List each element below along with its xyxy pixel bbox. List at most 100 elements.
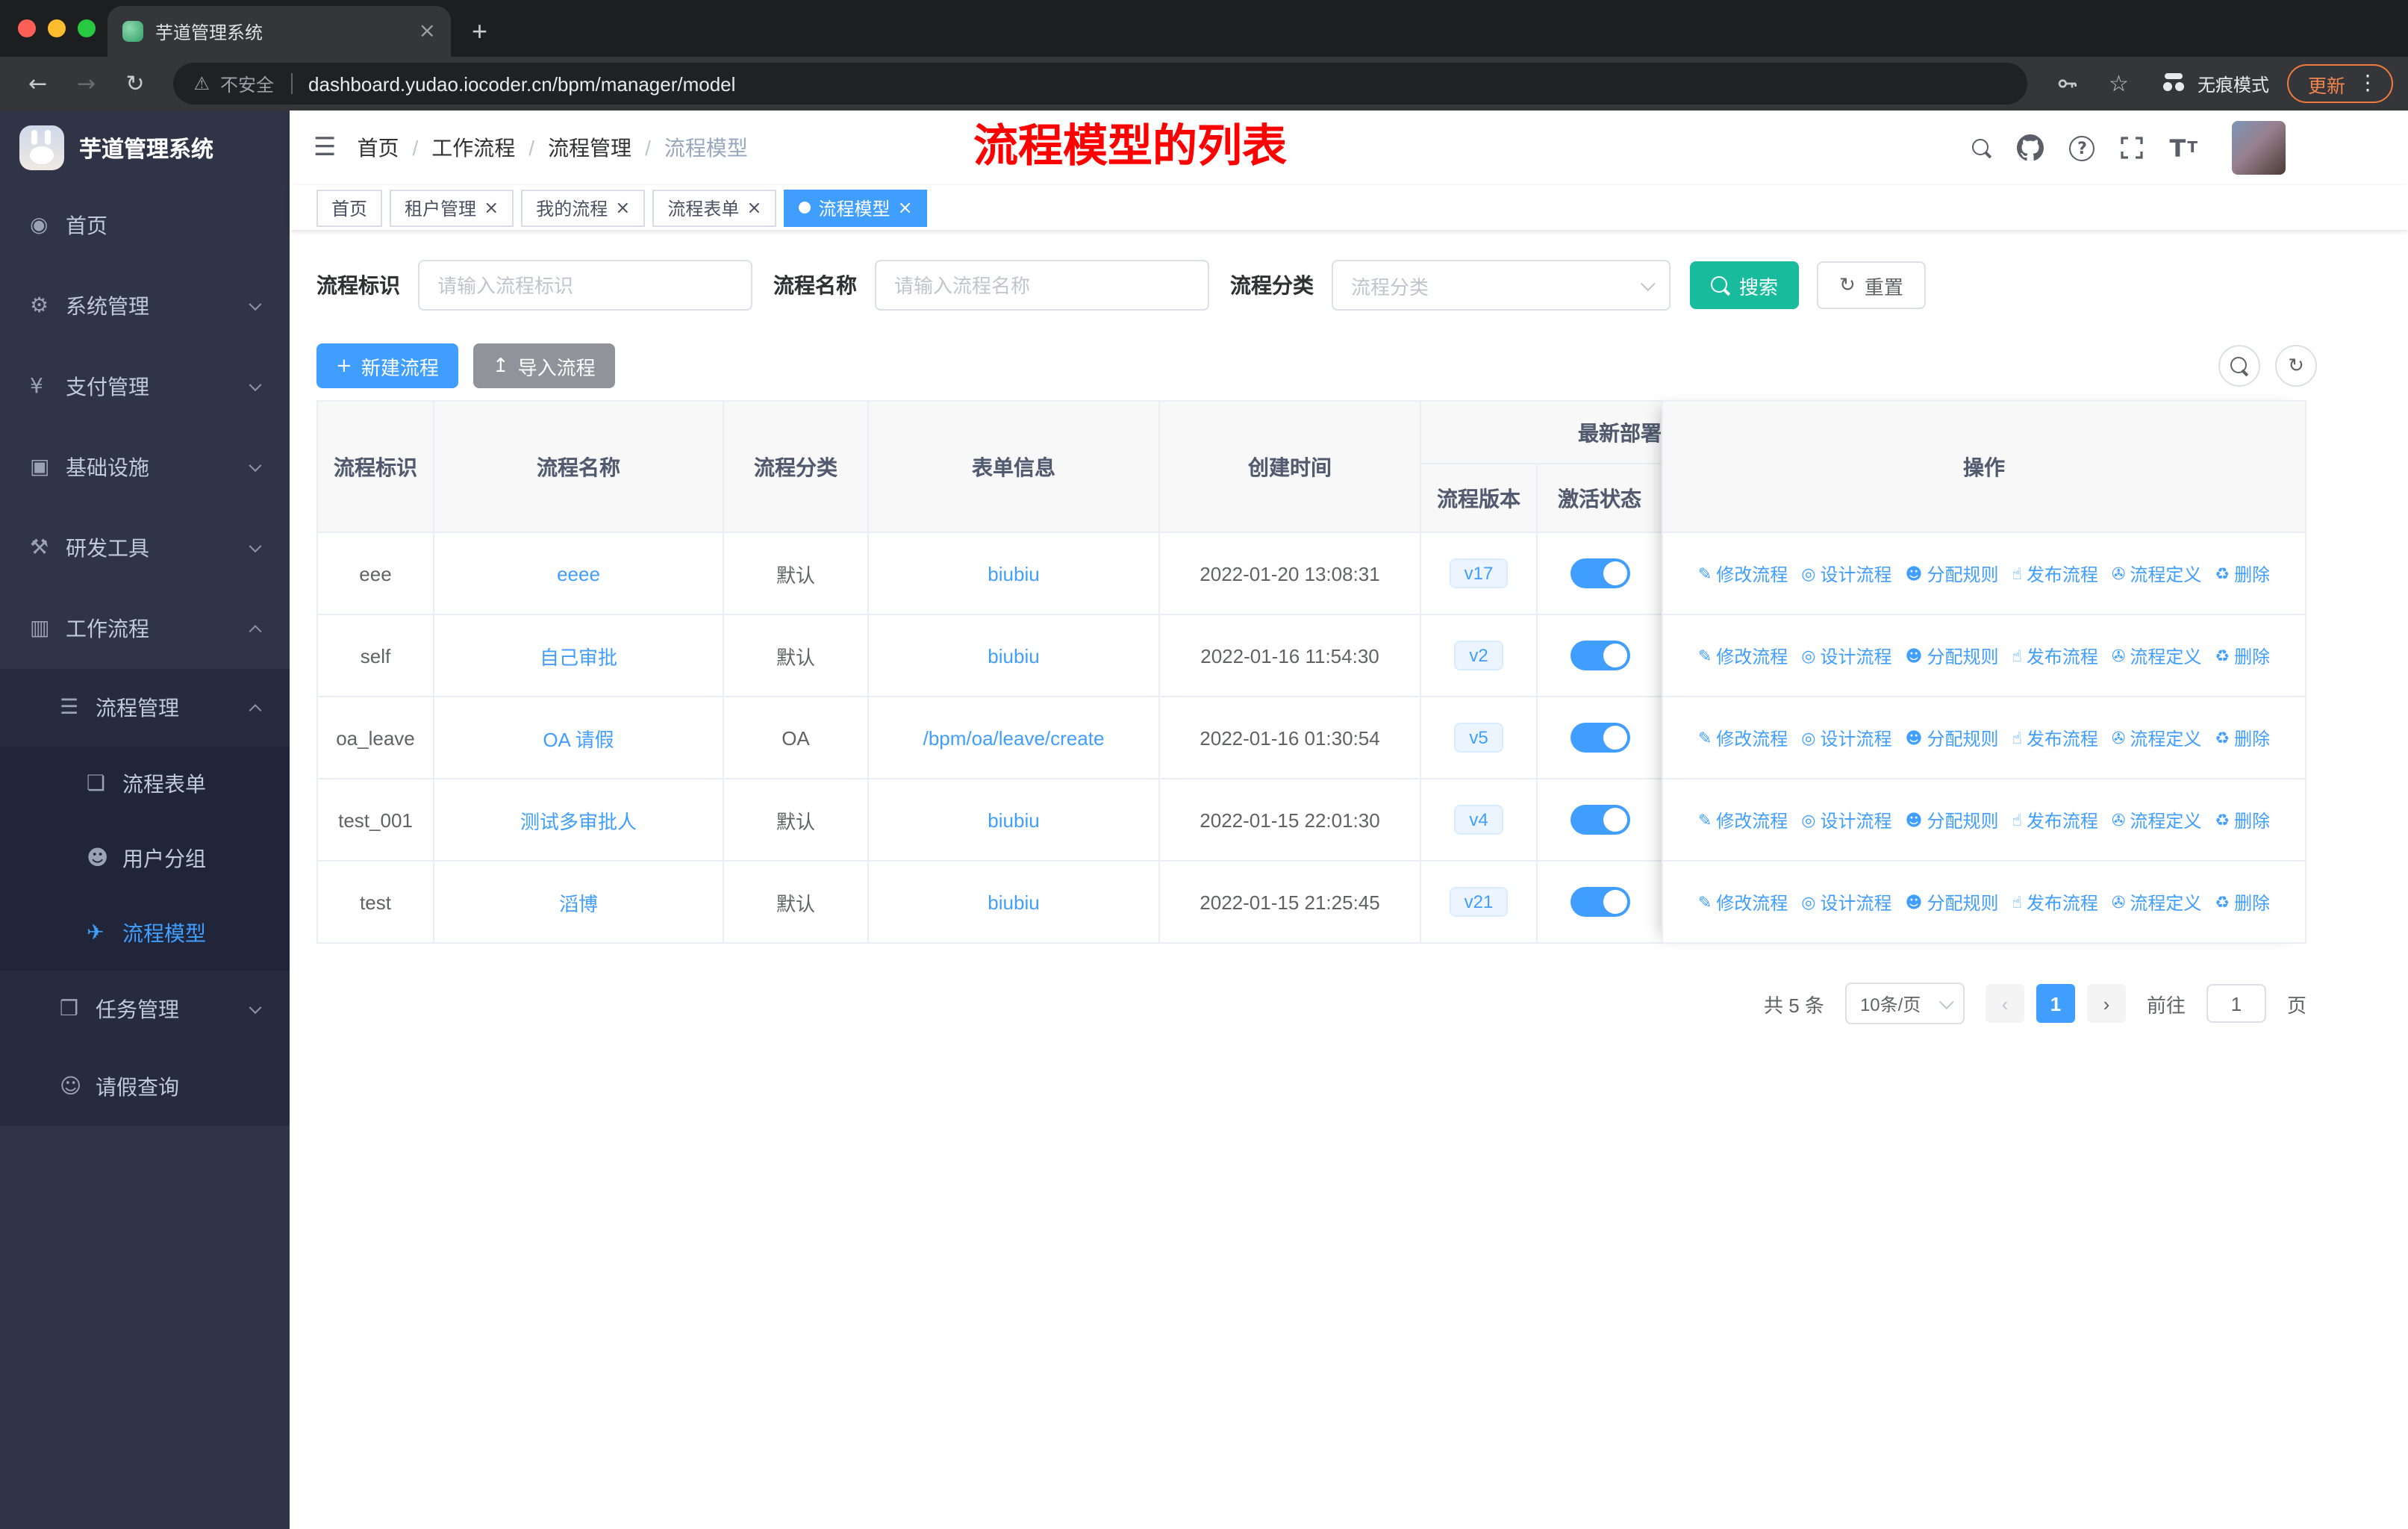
action-edit-model[interactable]: ✎ 修改流程 (1698, 889, 1788, 915)
address-bar[interactable]: ⚠ 不安全 dashboard.yudao.iocoder.cn/bpm/man… (172, 63, 2027, 105)
minimize-window-button[interactable] (48, 19, 66, 37)
back-button[interactable]: ← (15, 70, 60, 97)
action-delete-model[interactable]: ♻ 删除 (2215, 561, 2270, 586)
action-design-model[interactable]: ◎ 设计流程 (1801, 807, 1891, 832)
action-publish-model[interactable]: ☝ 发布流程 (2012, 643, 2098, 668)
action-assign-rule[interactable]: ☻ 分配规则 (1906, 643, 1999, 668)
action-model-definition[interactable]: ✇ 流程定义 (2112, 561, 2201, 586)
bookmark-star-icon[interactable]: ☆ (2095, 70, 2142, 97)
action-model-definition[interactable]: ✇ 流程定义 (2112, 643, 2201, 668)
reset-button[interactable]: ↻ 重置 (1817, 261, 1926, 309)
tags-view-item-4[interactable]: 流程模型 × (784, 189, 928, 226)
action-delete-model[interactable]: ♻ 删除 (2215, 889, 2270, 915)
action-assign-rule[interactable]: ☻ 分配规则 (1906, 807, 1999, 832)
form-info-link[interactable]: biubiu (988, 562, 1039, 585)
model-name-input[interactable] (875, 260, 1209, 311)
browser-menu-kebab-icon[interactable]: ⋮ (2357, 72, 2378, 96)
collapse-sidebar-button[interactable]: ☰ (290, 133, 358, 163)
tag-close-icon[interactable]: × (615, 199, 630, 217)
action-design-model[interactable]: ◎ 设计流程 (1801, 725, 1891, 750)
new-tab-button[interactable]: + (472, 18, 487, 45)
action-assign-rule[interactable]: ☻ 分配规则 (1906, 889, 1999, 915)
next-page-button[interactable]: › (2086, 984, 2126, 1023)
action-publish-model[interactable]: ☝ 发布流程 (2012, 725, 2098, 750)
page-size-select[interactable]: 10条/页 (1844, 983, 1965, 1024)
action-model-definition[interactable]: ✇ 流程定义 (2112, 889, 2201, 915)
close-window-button[interactable] (18, 19, 36, 37)
goto-page-input[interactable] (2206, 984, 2266, 1023)
font-size-icon[interactable]: TT (2170, 134, 2198, 162)
action-publish-model[interactable]: ☝ 发布流程 (2012, 889, 2098, 915)
sidebar-item-workflow[interactable]: ▥ 工作流程 (0, 588, 290, 669)
action-design-model[interactable]: ◎ 设计流程 (1801, 561, 1891, 586)
action-design-model[interactable]: ◎ 设计流程 (1801, 643, 1891, 668)
sidebar-item-system-mgmt[interactable]: ⚙ 系统管理 (0, 266, 290, 346)
action-edit-model[interactable]: ✎ 修改流程 (1698, 561, 1788, 586)
tab-close-icon[interactable]: × (419, 19, 436, 43)
action-edit-model[interactable]: ✎ 修改流程 (1698, 725, 1788, 750)
fullscreen-icon[interactable] (2121, 136, 2145, 160)
page-1-button[interactable]: 1 (2036, 984, 2075, 1023)
import-model-button[interactable]: ↥ 导入流程 (472, 343, 615, 388)
form-info-link[interactable]: biubiu (988, 891, 1039, 913)
activation-toggle[interactable] (1570, 558, 1629, 588)
model-name-link[interactable]: OA 请假 (543, 728, 614, 750)
category-select[interactable]: 流程分类 (1332, 260, 1671, 311)
refresh-table-button[interactable]: ↻ (2275, 345, 2317, 387)
action-delete-model[interactable]: ♻ 删除 (2215, 643, 2270, 668)
update-button[interactable]: 更新 ⋮ (2286, 64, 2393, 103)
search-icon[interactable] (1972, 138, 1992, 158)
toggle-search-button[interactable] (2218, 345, 2260, 387)
action-publish-model[interactable]: ☝ 发布流程 (2012, 807, 2098, 832)
sidebar-item-home[interactable]: ◉ 首页 (0, 185, 290, 266)
github-icon[interactable] (2017, 134, 2044, 161)
create-model-button[interactable]: + 新建流程 (316, 343, 458, 388)
user-avatar[interactable] (2232, 121, 2286, 175)
model-key-input[interactable] (418, 260, 752, 311)
sidebar-item-user-group[interactable]: ☻ 用户分组 (0, 821, 290, 896)
tags-view-item-3[interactable]: 流程表单 × (652, 189, 777, 226)
tags-view-item-0[interactable]: 首页 (316, 189, 383, 226)
sidebar-item-leave-query[interactable]: ☺ 请假查询 (0, 1048, 290, 1126)
prev-page-button[interactable]: ‹ (1985, 984, 2024, 1023)
sidebar-item-payment-mgmt[interactable]: ¥ 支付管理 (0, 346, 290, 427)
action-delete-model[interactable]: ♻ 删除 (2215, 725, 2270, 750)
model-name-link[interactable]: 自己审批 (540, 646, 617, 668)
breadcrumb-item[interactable]: 首页 (358, 133, 399, 163)
activation-toggle[interactable] (1570, 887, 1629, 917)
tags-view-item-2[interactable]: 我的流程 × (521, 189, 646, 226)
model-name-link[interactable]: 测试多审批人 (520, 810, 637, 832)
zoom-window-button[interactable] (78, 19, 96, 37)
action-assign-rule[interactable]: ☻ 分配规则 (1906, 561, 1999, 586)
sidebar-item-dev-tools[interactable]: ⚒ 研发工具 (0, 508, 290, 588)
sidebar-item-infrastructure[interactable]: ▣ 基础设施 (0, 427, 290, 508)
action-model-definition[interactable]: ✇ 流程定义 (2112, 725, 2201, 750)
sidebar-item-process-form[interactable]: ❏ 流程表单 (0, 747, 290, 821)
model-name-link[interactable]: 滔博 (559, 892, 598, 915)
sidebar-item-process-model[interactable]: ✈ 流程模型 (0, 896, 290, 971)
tags-view-item-1[interactable]: 租户管理 × (390, 189, 514, 226)
model-name-link[interactable]: eeee (557, 562, 600, 585)
browser-tab[interactable]: 芋道管理系统 × (107, 6, 451, 57)
form-info-link[interactable]: /bpm/oa/leave/create (923, 726, 1105, 749)
activation-toggle[interactable] (1570, 723, 1629, 753)
breadcrumb-item[interactable]: 流程管理 (548, 133, 631, 163)
action-model-definition[interactable]: ✇ 流程定义 (2112, 807, 2201, 832)
search-button[interactable]: 搜索 (1690, 261, 1800, 309)
tag-close-icon[interactable]: × (484, 199, 499, 217)
action-assign-rule[interactable]: ☻ 分配规则 (1906, 725, 1999, 750)
activation-toggle[interactable] (1570, 805, 1629, 835)
breadcrumb-item[interactable]: 工作流程 (431, 133, 515, 163)
forward-button[interactable]: → (63, 70, 109, 97)
reload-button[interactable]: ↻ (112, 70, 157, 97)
tag-close-icon[interactable]: × (898, 199, 913, 217)
action-publish-model[interactable]: ☝ 发布流程 (2012, 561, 2098, 586)
action-delete-model[interactable]: ♻ 删除 (2215, 807, 2270, 832)
key-icon[interactable] (2042, 72, 2092, 96)
security-label[interactable]: 不安全 (220, 71, 274, 96)
help-icon[interactable]: ? (2069, 135, 2095, 161)
form-info-link[interactable]: biubiu (988, 809, 1039, 831)
sidebar-item-task-mgmt[interactable]: ❒ 任务管理 (0, 971, 290, 1048)
action-edit-model[interactable]: ✎ 修改流程 (1698, 643, 1788, 668)
form-info-link[interactable]: biubiu (988, 644, 1039, 667)
